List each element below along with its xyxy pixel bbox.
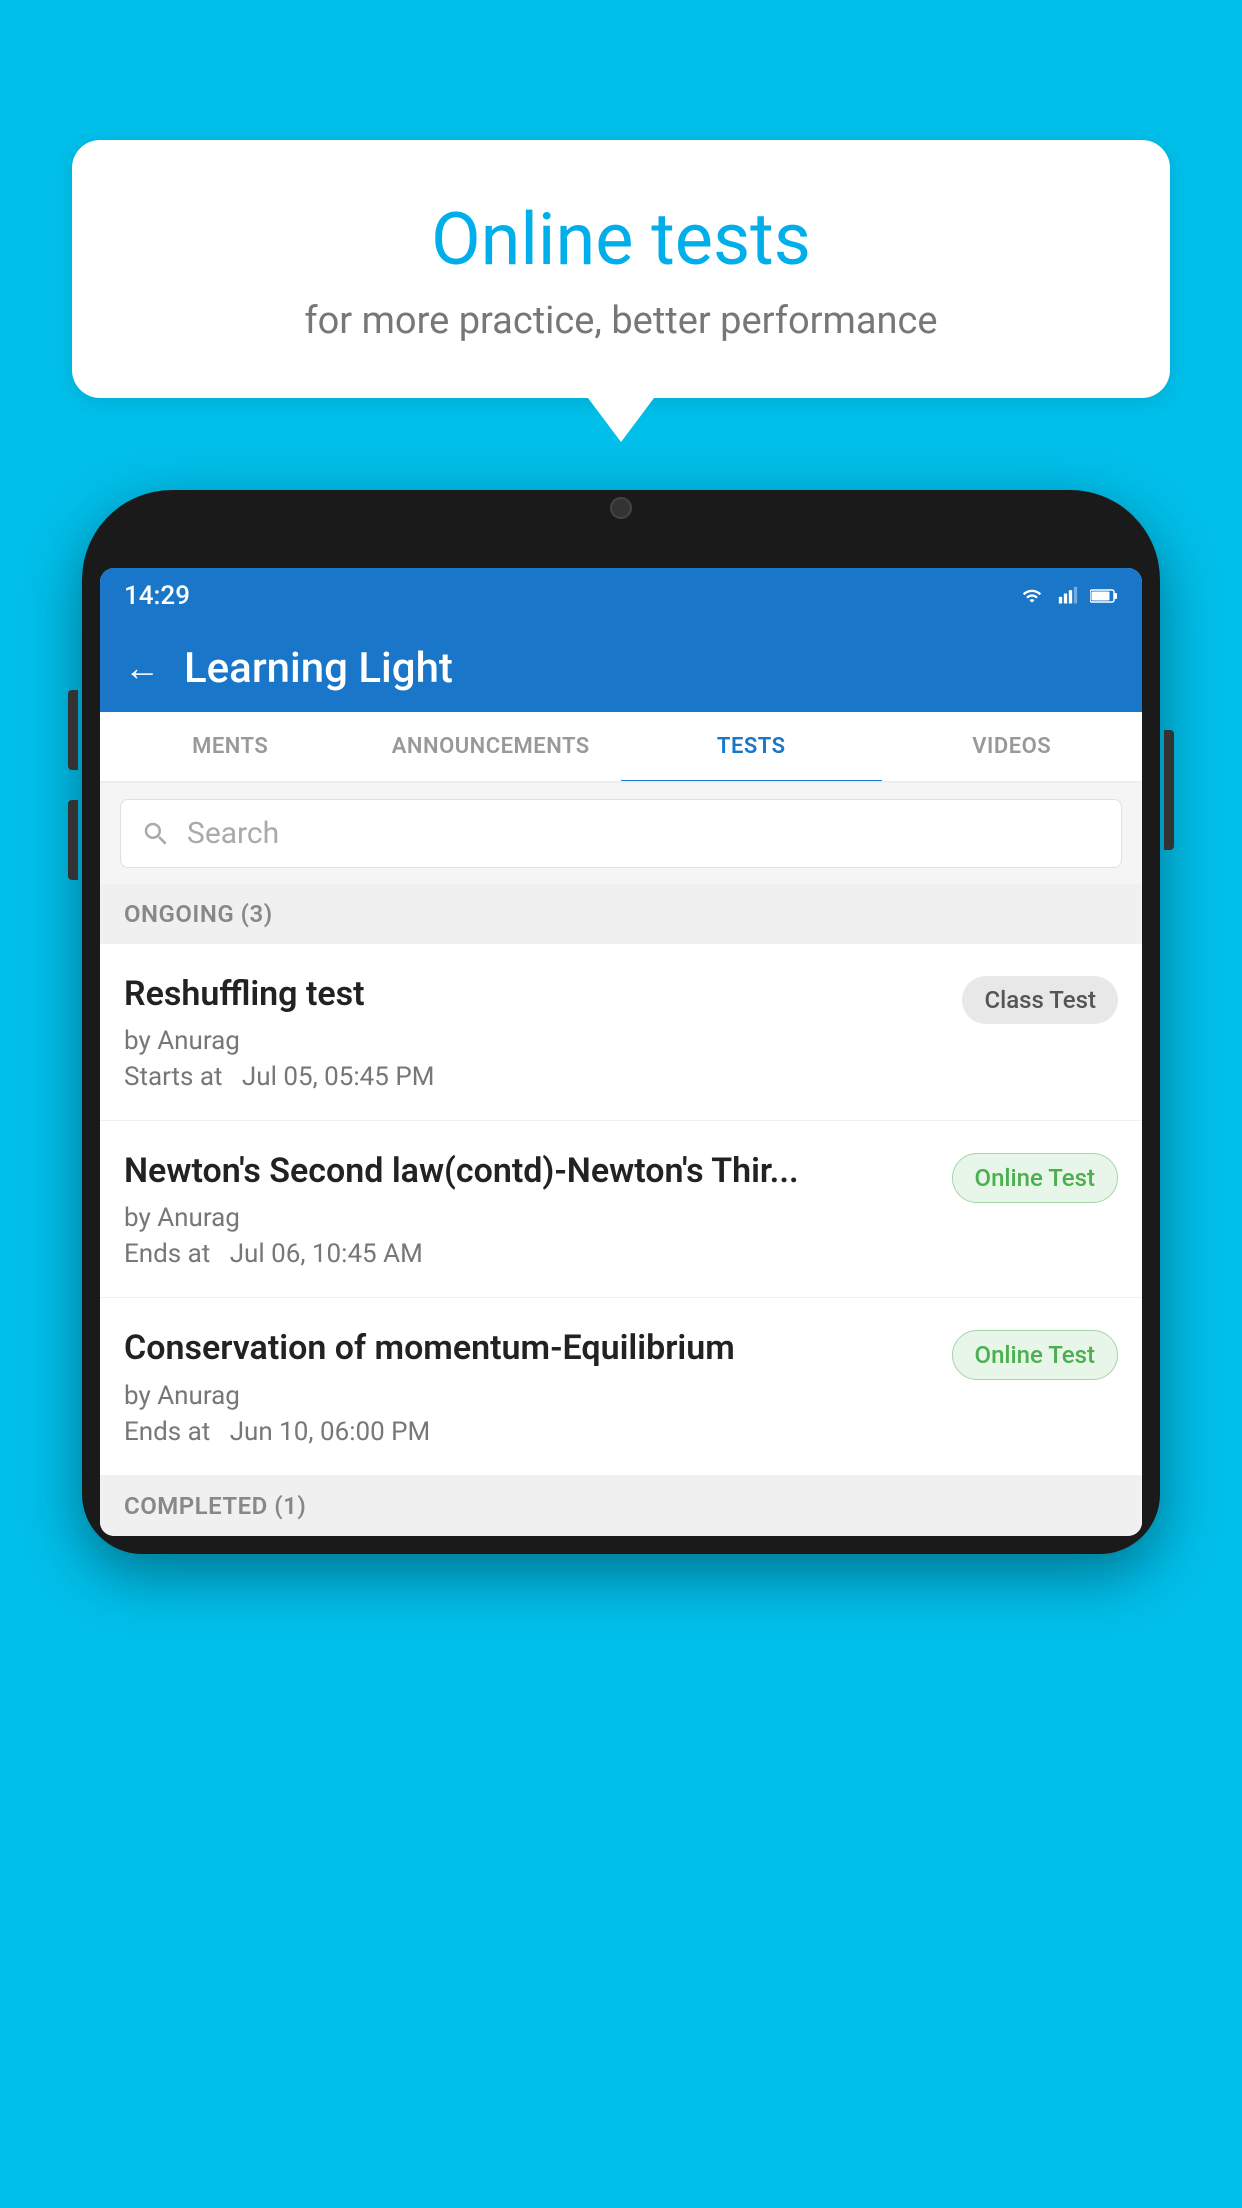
tab-ments[interactable]: MENTS: [100, 712, 361, 781]
test-name: Conservation of momentum-Equilibrium: [124, 1326, 936, 1370]
phone-mockup: 14:29: [82, 490, 1160, 2208]
test-info: Reshuffling test by Anurag Starts at Jul…: [124, 972, 946, 1092]
power-button: [1164, 730, 1174, 850]
search-bar[interactable]: Search: [120, 799, 1122, 868]
phone-body: 14:29: [82, 490, 1160, 1554]
test-name: Reshuffling test: [124, 972, 946, 1016]
speech-bubble: Online tests for more practice, better p…: [72, 140, 1170, 398]
test-list: Reshuffling test by Anurag Starts at Jul…: [100, 944, 1142, 1476]
volume-down-button: [68, 800, 78, 880]
promo-title: Online tests: [122, 200, 1120, 279]
test-author: by Anurag: [124, 1381, 936, 1411]
test-info: Conservation of momentum-Equilibrium by …: [124, 1326, 936, 1446]
tab-videos[interactable]: VIDEOS: [882, 712, 1143, 781]
search-icon: [141, 819, 171, 849]
completed-section-header: COMPLETED (1): [100, 1476, 1142, 1536]
back-button[interactable]: ←: [124, 647, 160, 689]
ongoing-section-header: ONGOING (3): [100, 884, 1142, 944]
test-time: Starts at Jul 05, 05:45 PM: [124, 1062, 946, 1092]
tab-tests[interactable]: TESTS: [621, 712, 882, 781]
test-time: Ends at Jul 06, 10:45 AM: [124, 1239, 936, 1269]
front-camera: [610, 497, 632, 519]
tabs-bar: MENTS ANNOUNCEMENTS TESTS VIDEOS: [100, 712, 1142, 783]
status-bar: 14:29: [100, 568, 1142, 624]
app-header: ← Learning Light: [100, 624, 1142, 712]
test-author: by Anurag: [124, 1203, 936, 1233]
volume-up-button: [68, 690, 78, 770]
phone-notch: [561, 490, 681, 526]
online-test-badge: Online Test: [952, 1153, 1118, 1203]
online-test-badge: Online Test: [952, 1330, 1118, 1380]
test-name: Newton's Second law(contd)-Newton's Thir…: [124, 1149, 936, 1193]
wifi-icon: [1018, 586, 1046, 606]
phone-screen: 14:29: [100, 568, 1142, 1536]
test-item[interactable]: Conservation of momentum-Equilibrium by …: [100, 1298, 1142, 1475]
test-item[interactable]: Newton's Second law(contd)-Newton's Thir…: [100, 1121, 1142, 1298]
test-info: Newton's Second law(contd)-Newton's Thir…: [124, 1149, 936, 1269]
promo-banner: Online tests for more practice, better p…: [72, 140, 1170, 398]
battery-icon: [1090, 586, 1118, 606]
status-time: 14:29: [124, 581, 190, 611]
tab-announcements[interactable]: ANNOUNCEMENTS: [361, 712, 622, 781]
status-icons: [1018, 586, 1118, 606]
app-title: Learning Light: [184, 644, 453, 693]
promo-subtitle: for more practice, better performance: [122, 299, 1120, 343]
test-item[interactable]: Reshuffling test by Anurag Starts at Jul…: [100, 944, 1142, 1121]
search-input[interactable]: Search: [187, 816, 279, 851]
phone-top-bar: [100, 508, 1142, 568]
class-test-badge: Class Test: [962, 976, 1118, 1024]
search-container: Search: [100, 783, 1142, 884]
test-time: Ends at Jun 10, 06:00 PM: [124, 1417, 936, 1447]
signal-icon: [1054, 586, 1082, 606]
test-author: by Anurag: [124, 1026, 946, 1056]
